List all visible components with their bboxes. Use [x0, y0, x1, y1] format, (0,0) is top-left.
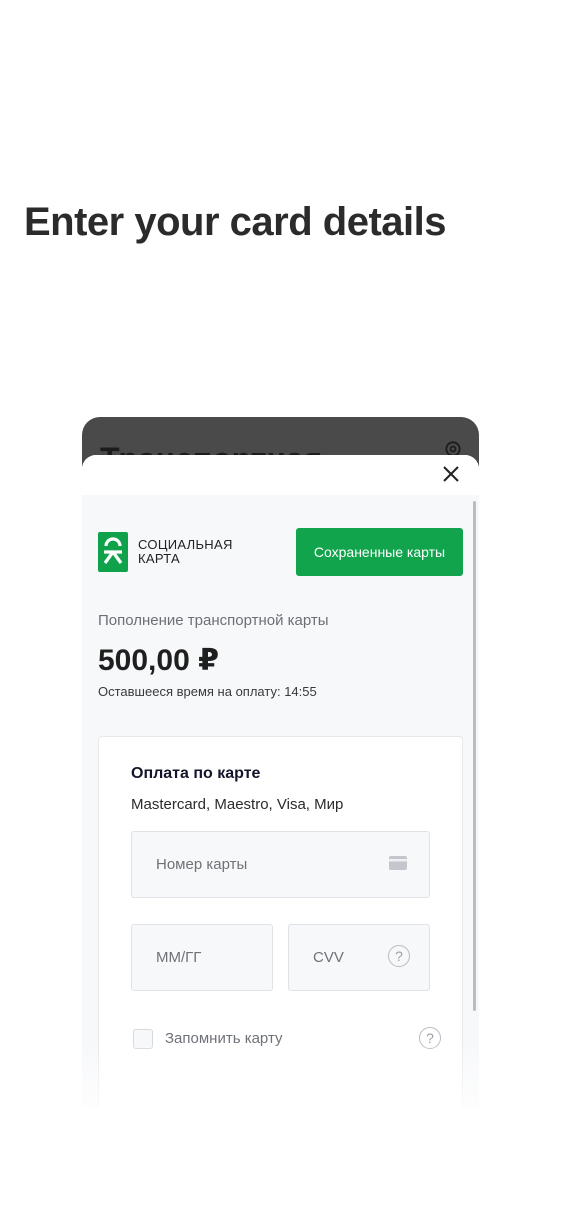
brand-row: СОЦИАЛЬНАЯ КАРТА Сохраненные карты — [98, 528, 463, 578]
remember-card-row: Запомнить карту ? — [131, 1027, 441, 1051]
accepted-cards: Mastercard, Maestro, Visa, Мир — [131, 796, 344, 813]
cvv-field[interactable]: ? — [288, 924, 430, 991]
brand-line-2: КАРТА — [138, 551, 181, 566]
remember-card-label: Запомнить карту — [165, 1030, 283, 1047]
sheet-header — [82, 455, 479, 495]
card-number-input[interactable] — [132, 832, 429, 897]
close-icon[interactable] — [441, 464, 461, 484]
brand-name: СОЦИАЛЬНАЯ КАРТА — [138, 538, 233, 566]
card-payment-panel: Оплата по карте Mastercard, Maestro, Vis… — [98, 736, 463, 1107]
social-card-logo — [98, 532, 128, 572]
credit-card-icon — [389, 856, 407, 870]
scrollbar[interactable] — [473, 501, 476, 1011]
expiry-field[interactable] — [131, 924, 273, 991]
logo-mark-icon — [103, 537, 123, 564]
topup-label: Пополнение транспортной карты — [98, 612, 329, 629]
expiry-input[interactable] — [132, 925, 272, 990]
brand-line-1: СОЦИАЛЬНАЯ — [138, 537, 233, 552]
payment-timer: Оставшееся время на оплату: 14:55 — [98, 684, 317, 699]
saved-cards-button[interactable]: Сохраненные карты — [296, 528, 463, 576]
hero-title: Enter your card details — [24, 200, 446, 244]
payment-sheet: СОЦИАЛЬНАЯ КАРТА Сохраненные карты Попол… — [82, 455, 479, 1107]
cvv-help-icon[interactable]: ? — [388, 945, 410, 967]
card-payment-title: Оплата по карте — [131, 765, 261, 782]
payment-amount: 500,00 ₽ — [98, 644, 219, 677]
remember-card-checkbox[interactable] — [133, 1029, 153, 1049]
phone-mockup: Транспортная СОЦИАЛЬНАЯ КАРТ — [82, 417, 479, 1107]
card-number-field[interactable] — [131, 831, 430, 898]
remember-help-icon[interactable]: ? — [419, 1027, 441, 1049]
